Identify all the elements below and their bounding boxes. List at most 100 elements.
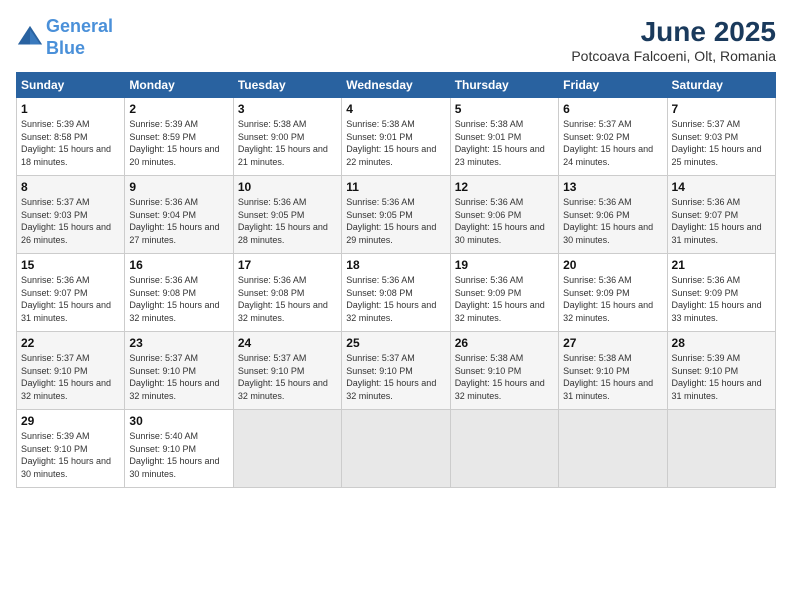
title-block: June 2025 Potcoava Falcoeni, Olt, Romani… — [571, 16, 776, 64]
weekday-header-wednesday: Wednesday — [342, 73, 450, 98]
day-number: 10 — [238, 180, 337, 194]
day-number: 26 — [455, 336, 554, 350]
calendar-cell: 1 Sunrise: 5:39 AMSunset: 8:58 PMDayligh… — [17, 98, 125, 176]
day-number: 27 — [563, 336, 662, 350]
day-info: Sunrise: 5:36 AMSunset: 9:08 PMDaylight:… — [346, 274, 445, 324]
day-number: 28 — [672, 336, 771, 350]
calendar-cell: 8 Sunrise: 5:37 AMSunset: 9:03 PMDayligh… — [17, 176, 125, 254]
day-info: Sunrise: 5:36 AMSunset: 9:04 PMDaylight:… — [129, 196, 228, 246]
day-info: Sunrise: 5:39 AMSunset: 9:10 PMDaylight:… — [21, 430, 120, 480]
calendar-cell: 2 Sunrise: 5:39 AMSunset: 8:59 PMDayligh… — [125, 98, 233, 176]
calendar-cell — [450, 410, 558, 488]
day-number: 13 — [563, 180, 662, 194]
weekday-header-friday: Friday — [559, 73, 667, 98]
day-info: Sunrise: 5:37 AMSunset: 9:10 PMDaylight:… — [129, 352, 228, 402]
day-info: Sunrise: 5:37 AMSunset: 9:10 PMDaylight:… — [238, 352, 337, 402]
day-info: Sunrise: 5:36 AMSunset: 9:06 PMDaylight:… — [563, 196, 662, 246]
calendar-cell: 4 Sunrise: 5:38 AMSunset: 9:01 PMDayligh… — [342, 98, 450, 176]
weekday-header-monday: Monday — [125, 73, 233, 98]
calendar-cell: 7 Sunrise: 5:37 AMSunset: 9:03 PMDayligh… — [667, 98, 775, 176]
day-number: 2 — [129, 102, 228, 116]
day-info: Sunrise: 5:37 AMSunset: 9:03 PMDaylight:… — [21, 196, 120, 246]
day-number: 21 — [672, 258, 771, 272]
day-number: 23 — [129, 336, 228, 350]
day-info: Sunrise: 5:36 AMSunset: 9:05 PMDaylight:… — [238, 196, 337, 246]
calendar-cell: 20 Sunrise: 5:36 AMSunset: 9:09 PMDaylig… — [559, 254, 667, 332]
location: Potcoava Falcoeni, Olt, Romania — [571, 48, 776, 64]
calendar-cell: 10 Sunrise: 5:36 AMSunset: 9:05 PMDaylig… — [233, 176, 341, 254]
weekday-header-tuesday: Tuesday — [233, 73, 341, 98]
calendar-cell: 12 Sunrise: 5:36 AMSunset: 9:06 PMDaylig… — [450, 176, 558, 254]
day-info: Sunrise: 5:36 AMSunset: 9:08 PMDaylight:… — [238, 274, 337, 324]
day-info: Sunrise: 5:36 AMSunset: 9:09 PMDaylight:… — [455, 274, 554, 324]
day-number: 25 — [346, 336, 445, 350]
day-number: 7 — [672, 102, 771, 116]
day-info: Sunrise: 5:38 AMSunset: 9:01 PMDaylight:… — [346, 118, 445, 168]
logo-icon — [16, 24, 44, 52]
header: General Blue June 2025 Potcoava Falcoeni… — [16, 16, 776, 64]
weekday-header-thursday: Thursday — [450, 73, 558, 98]
day-number: 12 — [455, 180, 554, 194]
day-number: 1 — [21, 102, 120, 116]
day-number: 5 — [455, 102, 554, 116]
calendar-cell: 26 Sunrise: 5:38 AMSunset: 9:10 PMDaylig… — [450, 332, 558, 410]
day-info: Sunrise: 5:39 AMSunset: 8:59 PMDaylight:… — [129, 118, 228, 168]
day-number: 19 — [455, 258, 554, 272]
day-info: Sunrise: 5:38 AMSunset: 9:10 PMDaylight:… — [455, 352, 554, 402]
calendar-cell: 18 Sunrise: 5:36 AMSunset: 9:08 PMDaylig… — [342, 254, 450, 332]
day-info: Sunrise: 5:36 AMSunset: 9:08 PMDaylight:… — [129, 274, 228, 324]
calendar-cell: 5 Sunrise: 5:38 AMSunset: 9:01 PMDayligh… — [450, 98, 558, 176]
day-info: Sunrise: 5:36 AMSunset: 9:06 PMDaylight:… — [455, 196, 554, 246]
calendar-table: SundayMondayTuesdayWednesdayThursdayFrid… — [16, 72, 776, 488]
calendar-cell: 6 Sunrise: 5:37 AMSunset: 9:02 PMDayligh… — [559, 98, 667, 176]
calendar-cell: 15 Sunrise: 5:36 AMSunset: 9:07 PMDaylig… — [17, 254, 125, 332]
day-info: Sunrise: 5:38 AMSunset: 9:01 PMDaylight:… — [455, 118, 554, 168]
day-number: 22 — [21, 336, 120, 350]
calendar-cell: 29 Sunrise: 5:39 AMSunset: 9:10 PMDaylig… — [17, 410, 125, 488]
day-info: Sunrise: 5:37 AMSunset: 9:02 PMDaylight:… — [563, 118, 662, 168]
day-number: 16 — [129, 258, 228, 272]
day-number: 20 — [563, 258, 662, 272]
logo: General Blue — [16, 16, 113, 59]
day-info: Sunrise: 5:38 AMSunset: 9:10 PMDaylight:… — [563, 352, 662, 402]
calendar-cell: 25 Sunrise: 5:37 AMSunset: 9:10 PMDaylig… — [342, 332, 450, 410]
day-number: 15 — [21, 258, 120, 272]
calendar-cell: 27 Sunrise: 5:38 AMSunset: 9:10 PMDaylig… — [559, 332, 667, 410]
day-number: 17 — [238, 258, 337, 272]
day-number: 29 — [21, 414, 120, 428]
day-info: Sunrise: 5:37 AMSunset: 9:10 PMDaylight:… — [21, 352, 120, 402]
calendar-cell — [667, 410, 775, 488]
day-info: Sunrise: 5:36 AMSunset: 9:09 PMDaylight:… — [672, 274, 771, 324]
page: General Blue June 2025 Potcoava Falcoeni… — [0, 0, 792, 612]
calendar-cell: 19 Sunrise: 5:36 AMSunset: 9:09 PMDaylig… — [450, 254, 558, 332]
day-info: Sunrise: 5:37 AMSunset: 9:03 PMDaylight:… — [672, 118, 771, 168]
day-number: 6 — [563, 102, 662, 116]
day-number: 4 — [346, 102, 445, 116]
day-number: 11 — [346, 180, 445, 194]
day-info: Sunrise: 5:38 AMSunset: 9:00 PMDaylight:… — [238, 118, 337, 168]
calendar-cell: 3 Sunrise: 5:38 AMSunset: 9:00 PMDayligh… — [233, 98, 341, 176]
day-info: Sunrise: 5:36 AMSunset: 9:09 PMDaylight:… — [563, 274, 662, 324]
calendar-cell: 21 Sunrise: 5:36 AMSunset: 9:09 PMDaylig… — [667, 254, 775, 332]
day-info: Sunrise: 5:36 AMSunset: 9:07 PMDaylight:… — [21, 274, 120, 324]
calendar-cell: 23 Sunrise: 5:37 AMSunset: 9:10 PMDaylig… — [125, 332, 233, 410]
calendar-cell — [233, 410, 341, 488]
calendar-cell: 11 Sunrise: 5:36 AMSunset: 9:05 PMDaylig… — [342, 176, 450, 254]
day-info: Sunrise: 5:37 AMSunset: 9:10 PMDaylight:… — [346, 352, 445, 402]
day-number: 9 — [129, 180, 228, 194]
calendar-cell: 28 Sunrise: 5:39 AMSunset: 9:10 PMDaylig… — [667, 332, 775, 410]
day-info: Sunrise: 5:39 AMSunset: 8:58 PMDaylight:… — [21, 118, 120, 168]
day-number: 30 — [129, 414, 228, 428]
calendar-cell: 9 Sunrise: 5:36 AMSunset: 9:04 PMDayligh… — [125, 176, 233, 254]
calendar-cell: 22 Sunrise: 5:37 AMSunset: 9:10 PMDaylig… — [17, 332, 125, 410]
calendar-cell: 16 Sunrise: 5:36 AMSunset: 9:08 PMDaylig… — [125, 254, 233, 332]
calendar-cell: 24 Sunrise: 5:37 AMSunset: 9:10 PMDaylig… — [233, 332, 341, 410]
weekday-header-sunday: Sunday — [17, 73, 125, 98]
day-number: 18 — [346, 258, 445, 272]
day-number: 8 — [21, 180, 120, 194]
weekday-header-saturday: Saturday — [667, 73, 775, 98]
day-info: Sunrise: 5:36 AMSunset: 9:05 PMDaylight:… — [346, 196, 445, 246]
day-info: Sunrise: 5:36 AMSunset: 9:07 PMDaylight:… — [672, 196, 771, 246]
day-number: 24 — [238, 336, 337, 350]
calendar-cell — [342, 410, 450, 488]
